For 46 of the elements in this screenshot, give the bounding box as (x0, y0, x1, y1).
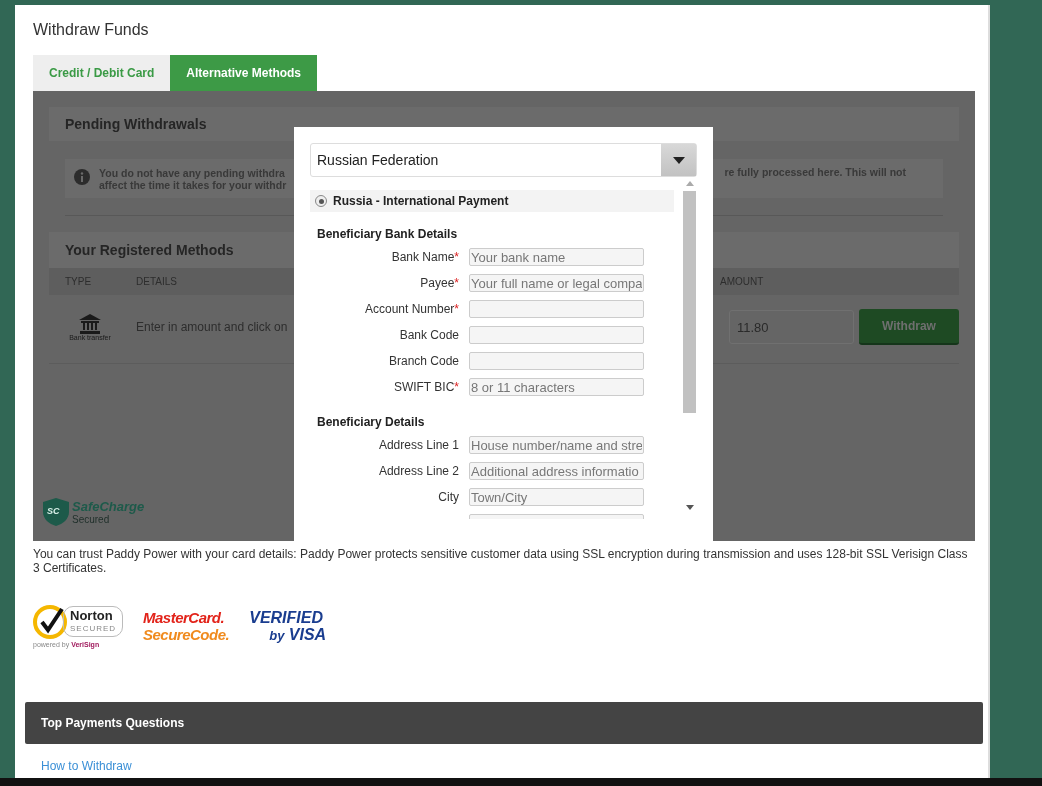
option-label: Russia - International Payment (333, 194, 509, 208)
shield-icon (43, 498, 69, 526)
section-heading: Beneficiary Bank Details (317, 227, 459, 241)
amount-field[interactable]: 11.80 (729, 310, 854, 344)
section-heading: Beneficiary Details (317, 415, 426, 429)
payment-option[interactable]: Russia - International Payment (310, 190, 674, 212)
field-label: Account Number* (363, 302, 460, 316)
country-select[interactable]: Russian Federation (310, 143, 697, 177)
shield-label: SC (47, 506, 60, 516)
field-label: Address Line 2 (377, 464, 460, 478)
withdraw-button[interactable]: Withdraw (859, 309, 959, 345)
tab[interactable]: Alternative Methods (170, 55, 318, 91)
page-title: Withdraw Funds (33, 21, 150, 40)
section-title: Your Registered Methods (65, 242, 234, 258)
caret-icon (672, 156, 685, 164)
input-field[interactable] (469, 300, 644, 318)
input-field[interactable]: Your full name or legal compa (469, 274, 644, 292)
faq-link[interactable]: How to Withdraw (41, 759, 132, 773)
field-label: City (437, 490, 460, 504)
safecharge-logo-text: SafeCharge (72, 498, 145, 514)
info-icon (74, 168, 90, 185)
section-title: Pending Withdrawals (65, 116, 207, 132)
bank-icon (79, 313, 101, 334)
safecharge-tagline: Secured (72, 513, 110, 526)
field-label: Address Line 1 (377, 438, 460, 452)
scroll-up-icon[interactable] (685, 181, 694, 186)
faq-title: Top Payments Questions (41, 716, 185, 730)
mastercard-securecode-logo: MasterCard. SecureCode. (143, 609, 230, 643)
verified-by-visa-logo: VERIFIED by VISA (249, 608, 327, 644)
field-label: Bank Name* (390, 250, 460, 264)
input-field[interactable]: Additional address informatio (469, 462, 644, 480)
field-label: Branch Code (387, 354, 460, 368)
input-field[interactable]: House number/name and stre (469, 436, 644, 454)
input-field[interactable]: 8 or 11 characters (469, 378, 644, 396)
input-field[interactable]: Your bank name (469, 248, 644, 266)
radio-button[interactable] (315, 195, 327, 207)
scroll-down-icon[interactable] (685, 505, 694, 510)
input-field[interactable]: Town/City (469, 488, 644, 506)
trust-text: You can trust Paddy Power with your card details: Paddy Power protects sensitive customer data using SSL encryption during transmission and uses 128-bit SSL Verisign Class 3 Certificates. (33, 547, 969, 575)
input-field[interactable] (469, 352, 644, 370)
field-label: Bank Code (398, 328, 460, 342)
field-label: SWIFT BIC* (392, 380, 460, 394)
input-field[interactable] (469, 326, 644, 344)
field-label: Payee* (419, 276, 460, 290)
checkmark-icon (33, 604, 67, 639)
tab[interactable]: Credit / Debit Card (33, 55, 171, 91)
